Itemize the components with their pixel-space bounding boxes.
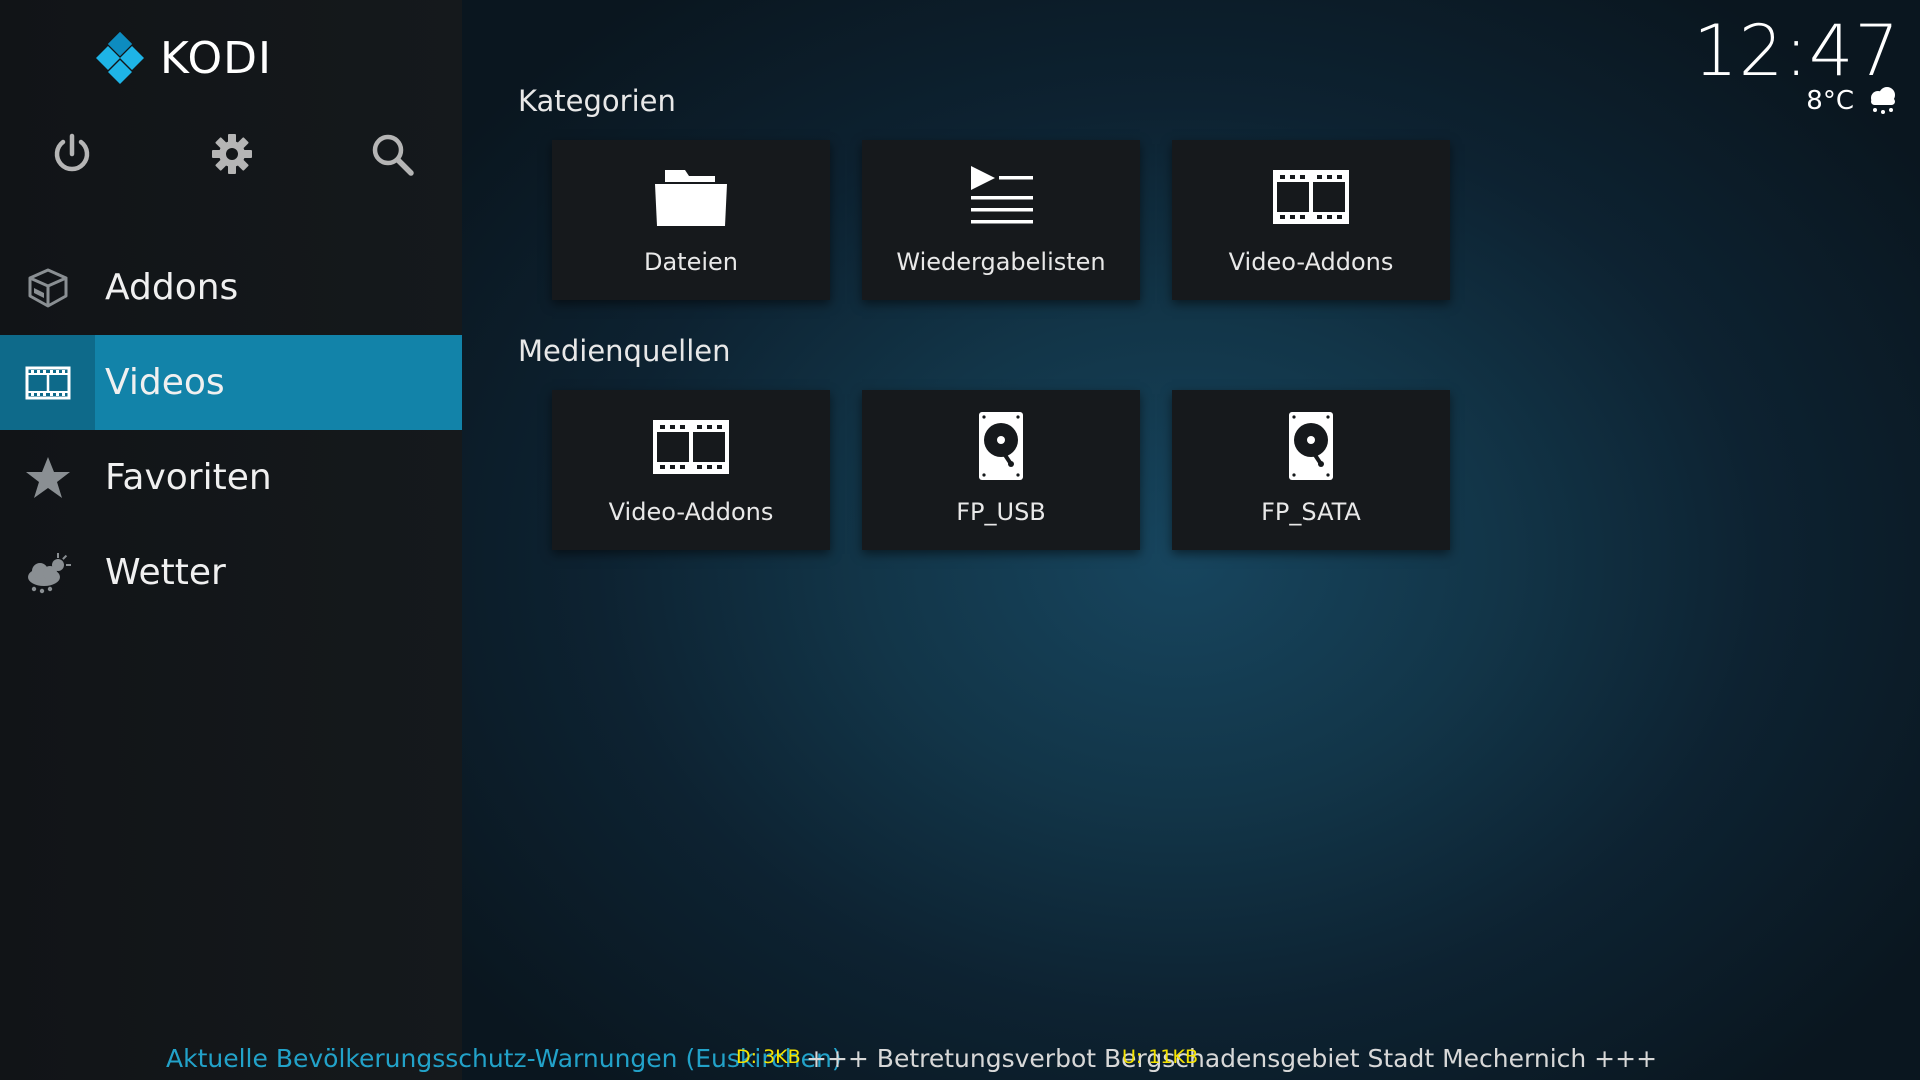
categories-section-title: Kategorien bbox=[518, 84, 676, 118]
addons-box-icon bbox=[28, 268, 67, 307]
search-icon bbox=[372, 134, 414, 176]
menu-item-videos[interactable]: Videos bbox=[0, 335, 462, 430]
hard-drive-icon bbox=[979, 412, 1023, 480]
menu-item-icon-wrap bbox=[0, 240, 95, 335]
sidebar: KODI Addons Videos Favoriten Wetter bbox=[0, 0, 462, 1080]
tile-icon-wrap bbox=[862, 412, 1140, 480]
menu-item-icon-wrap bbox=[0, 430, 95, 525]
kodi-logo: KODI bbox=[92, 30, 272, 86]
menu-item-icon-wrap bbox=[0, 525, 95, 620]
tile-source-video-addons[interactable]: Video-Addons bbox=[552, 390, 830, 550]
gear-icon bbox=[212, 134, 252, 174]
tile-label: Wiedergabelisten bbox=[896, 248, 1106, 276]
tile-wiedergabelisten[interactable]: Wiedergabelisten bbox=[862, 140, 1140, 300]
menu-item-wetter[interactable]: Wetter bbox=[0, 525, 462, 620]
weather-icon bbox=[27, 552, 71, 593]
tile-icon-wrap bbox=[1172, 162, 1450, 230]
clock-widget: 12:47 8°C bbox=[1693, 10, 1900, 118]
tile-source-fp-sata[interactable]: FP_SATA bbox=[1172, 390, 1450, 550]
tile-label: FP_SATA bbox=[1261, 498, 1361, 526]
film-icon bbox=[25, 366, 70, 399]
network-upload-stat: U: 11KB bbox=[1122, 1046, 1199, 1068]
settings-button[interactable] bbox=[208, 130, 256, 178]
menu-item-label: Wetter bbox=[105, 552, 226, 593]
categories-row: Dateien Wiedergabelisten Video-Addons bbox=[552, 140, 1450, 300]
sources-section-title: Medienquellen bbox=[518, 334, 731, 368]
ticker-message: +++ Betretungsverbot Bergschadensgebiet … bbox=[806, 1044, 1658, 1073]
tile-label: Video-Addons bbox=[1228, 248, 1394, 276]
tile-label: FP_USB bbox=[956, 498, 1046, 526]
main-menu: Addons Videos Favoriten Wetter bbox=[0, 240, 462, 620]
tile-icon-wrap bbox=[552, 412, 830, 480]
menu-item-favoriten[interactable]: Favoriten bbox=[0, 430, 462, 525]
tile-icon-wrap bbox=[552, 162, 830, 230]
menu-item-addons[interactable]: Addons bbox=[0, 240, 462, 335]
menu-item-label: Addons bbox=[105, 267, 239, 308]
menu-item-label: Videos bbox=[105, 362, 225, 403]
tile-label: Video-Addons bbox=[608, 498, 774, 526]
playlist-icon bbox=[971, 166, 1033, 224]
menu-item-icon-wrap bbox=[0, 335, 95, 430]
tile-source-fp-usb[interactable]: FP_USB bbox=[862, 390, 1140, 550]
tile-dateien[interactable]: Dateien bbox=[552, 140, 830, 300]
snow-cloud-icon bbox=[1871, 87, 1895, 114]
kodi-logo-icon bbox=[96, 32, 144, 84]
top-icon-bar bbox=[0, 130, 462, 190]
film-icon bbox=[653, 420, 729, 474]
star-icon bbox=[25, 456, 70, 498]
power-button[interactable] bbox=[48, 130, 96, 178]
folder-icon bbox=[655, 170, 727, 226]
network-download-stat: D: 3KB bbox=[736, 1046, 801, 1068]
tile-icon-wrap bbox=[862, 162, 1140, 230]
tile-video-addons[interactable]: Video-Addons bbox=[1172, 140, 1450, 300]
weather-temperature: 8°C bbox=[1806, 86, 1854, 116]
menu-item-label: Favoriten bbox=[105, 457, 272, 498]
film-icon bbox=[1273, 170, 1349, 224]
sources-row: Video-Addons FP_USB FP_SATA bbox=[552, 390, 1450, 550]
tile-icon-wrap bbox=[1172, 412, 1450, 480]
search-button[interactable] bbox=[368, 130, 416, 178]
hard-drive-icon bbox=[1289, 412, 1333, 480]
power-icon bbox=[54, 133, 90, 172]
clock-time: 12:47 bbox=[1693, 10, 1900, 92]
tile-label: Dateien bbox=[643, 248, 738, 276]
kodi-logo-text: KODI bbox=[160, 32, 272, 84]
